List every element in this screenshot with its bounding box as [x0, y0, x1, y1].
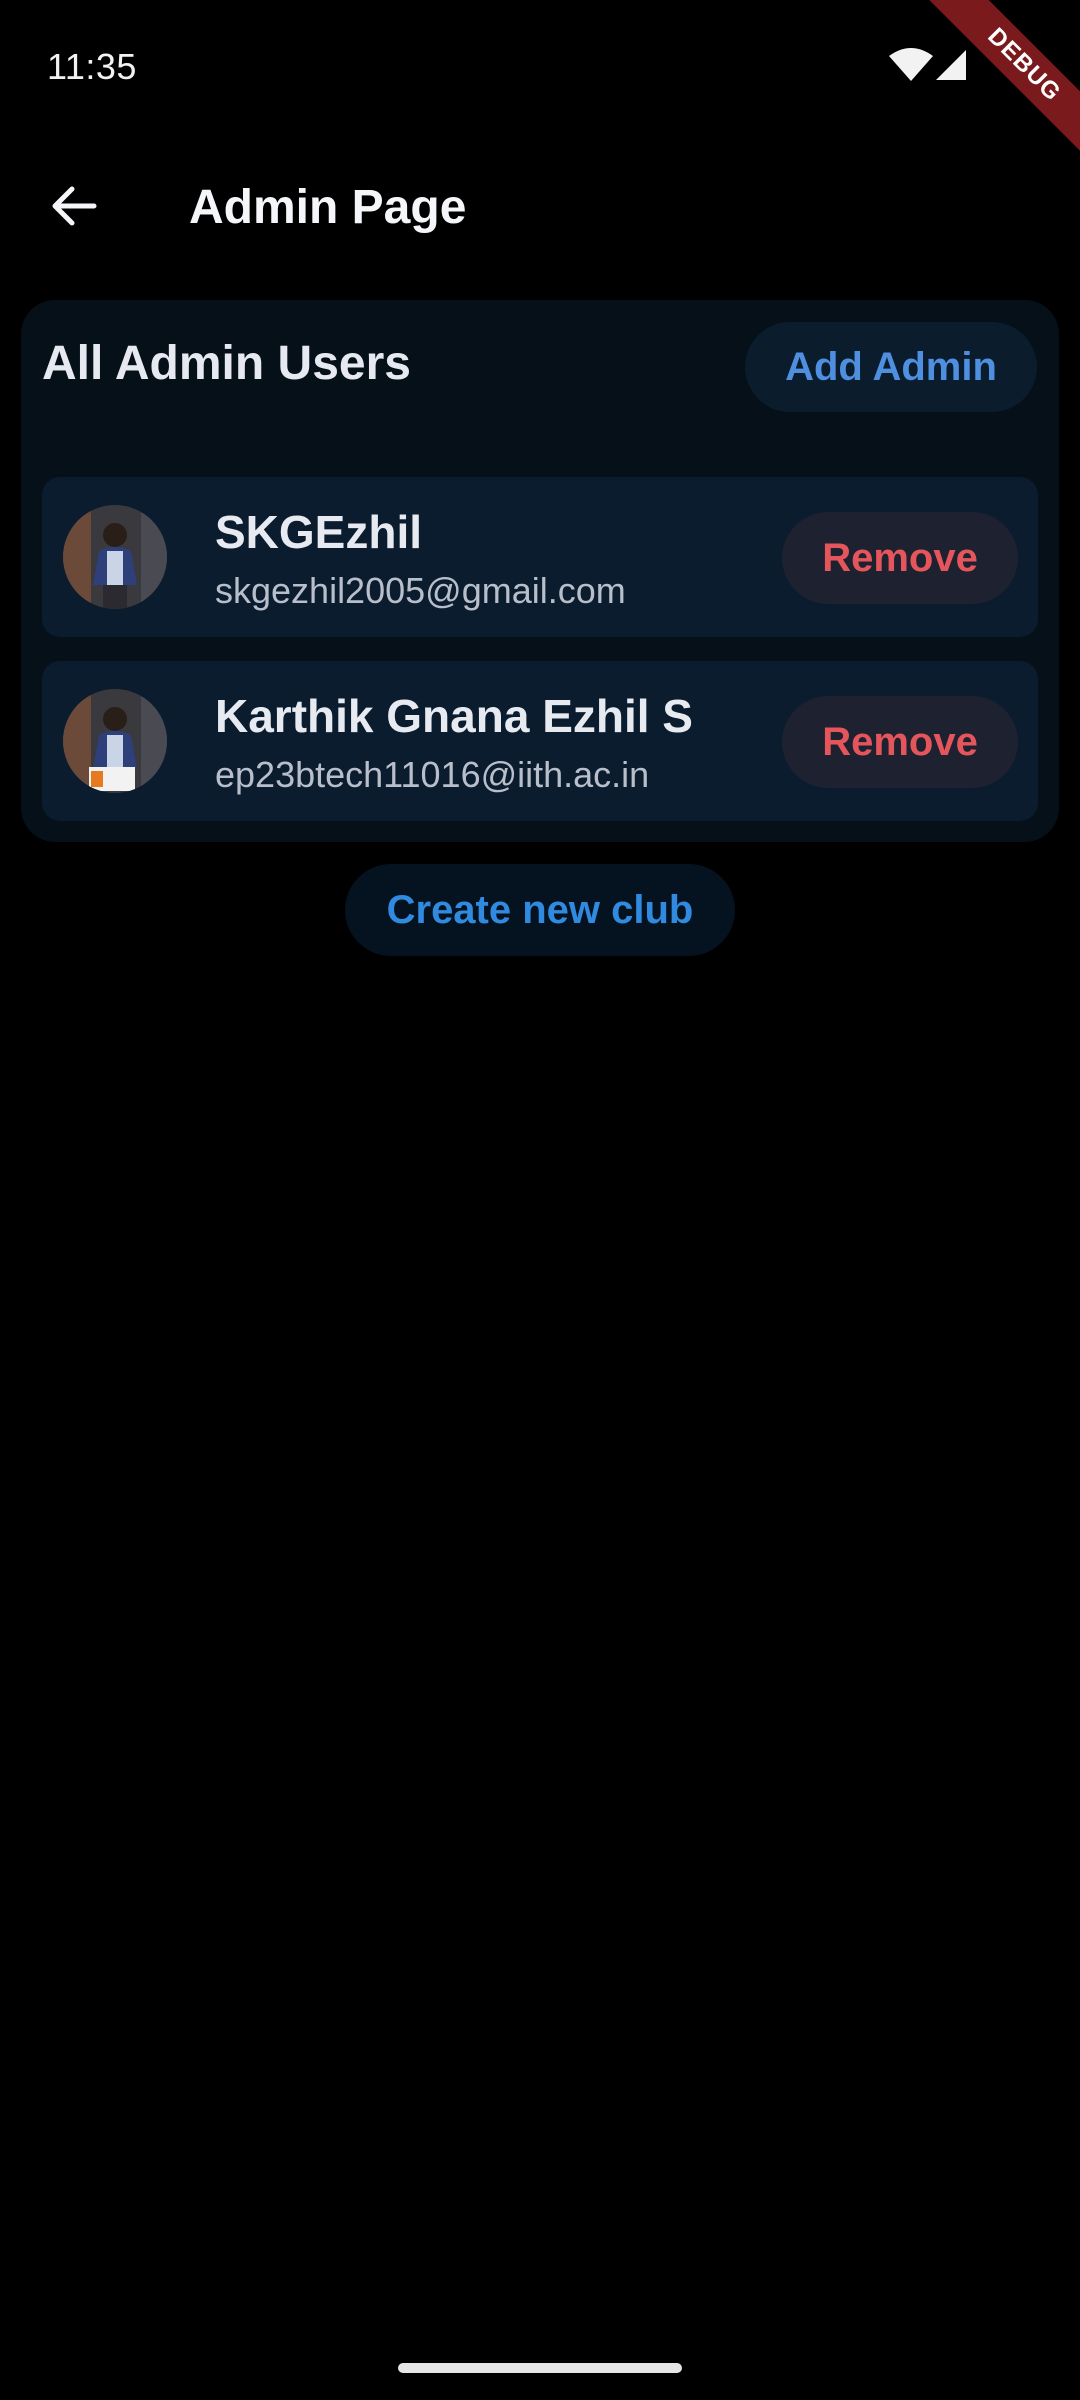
- create-new-club-button[interactable]: Create new club: [345, 864, 735, 956]
- admin-user-email: skgezhil2005@gmail.com: [215, 570, 626, 611]
- admin-users-heading: All Admin Users: [42, 337, 411, 390]
- admin-user-row: SKGEzhil skgezhil2005@gmail.com Remove: [42, 477, 1038, 637]
- avatar-image: [63, 505, 167, 609]
- avatar: [63, 505, 167, 609]
- admin-user-name: Karthik Gnana Ezhil S: [215, 690, 693, 742]
- page-title: Admin Page: [189, 181, 467, 234]
- avatar: [63, 689, 167, 793]
- admin-user-email: ep23btech11016@iith.ac.in: [215, 754, 650, 795]
- back-button[interactable]: [32, 170, 116, 242]
- app-bar: Admin Page: [0, 150, 1080, 262]
- remove-admin-button[interactable]: Remove: [782, 696, 1018, 788]
- admin-user-name: SKGEzhil: [215, 506, 423, 558]
- admin-users-card: All Admin Users Add Admin SKGEzhil skgez…: [21, 300, 1059, 842]
- admin-user-row: Karthik Gnana Ezhil S ep23btech11016@iit…: [42, 661, 1038, 821]
- remove-admin-button[interactable]: Remove: [782, 512, 1018, 604]
- status-bar: 11:35: [0, 0, 1080, 130]
- avatar-image: [63, 689, 167, 793]
- add-admin-button[interactable]: Add Admin: [745, 322, 1037, 412]
- debug-banner: DEBUG: [920, 0, 1080, 160]
- debug-label: DEBUG: [920, 0, 1080, 160]
- home-indicator[interactable]: [398, 2363, 682, 2373]
- arrow-left-icon: [52, 186, 97, 226]
- status-time: 11:35: [47, 46, 137, 87]
